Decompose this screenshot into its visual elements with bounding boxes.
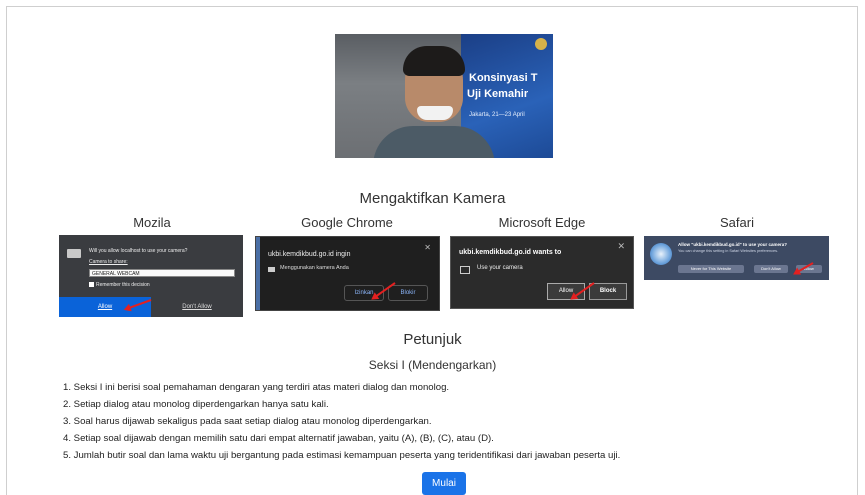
banner-line3: Jakarta, 21—23 April <box>469 112 525 118</box>
mozilla-allow-button: Allow <box>59 297 151 317</box>
edge-prompt: ukbi.kemdikbud.go.id wants to <box>459 249 562 256</box>
banner-line2: Uji Kemahir <box>467 88 529 100</box>
camera-icon <box>460 266 470 274</box>
close-icon: ✕ <box>424 243 431 252</box>
banner-line1: Konsinyasi T <box>469 72 538 84</box>
logo-icon <box>535 38 547 50</box>
chrome-sub: Menggunakan kamera Anda <box>280 265 349 271</box>
section-title: Seksi I (Mendengarkan) <box>368 358 497 372</box>
safari-prompt: Allow "ukbi.kemdikbud.go.id" to use your… <box>678 242 788 247</box>
edge-block-button: Block <box>589 283 627 300</box>
browser-name-safari: Safari <box>720 215 754 230</box>
mozilla-camera-label: Camera to share: <box>89 259 128 265</box>
camera-icon <box>67 249 81 258</box>
safari-sub: You can change this setting in Safari We… <box>678 249 779 253</box>
instruction-item: 3. Soal harus dijawab sekaligus pada saa… <box>63 416 432 427</box>
start-button[interactable]: Mulai <box>422 472 466 495</box>
camera-icon <box>268 267 275 272</box>
mozilla-deny-button: Don't Allow <box>151 297 243 317</box>
instruction-item: 1. Seksi I ini berisi soal pemahaman den… <box>63 382 450 393</box>
mozilla-remember: Remember this decision <box>89 282 150 288</box>
chrome-permission-screenshot: ✕ ukbi.kemdikbud.go.id ingin Menggunakan… <box>255 236 440 311</box>
browser-name-edge: Microsoft Edge <box>498 215 586 230</box>
instruction-item: 5. Jumlah butir soal dan lama waktu uji … <box>63 450 621 461</box>
mozilla-prompt: Will you allow localhost to use your cam… <box>89 248 188 254</box>
browser-name-chrome: Google Chrome <box>301 215 393 230</box>
chrome-block-button: Blokir <box>388 285 428 301</box>
instruction-item: 2. Setiap dialog atau monolog diperdenga… <box>63 399 329 410</box>
checkbox-icon <box>89 282 94 287</box>
camera-heading: Mengaktifkan Kamera <box>359 190 506 207</box>
edge-strip <box>256 237 260 310</box>
browser-name-mozilla: Mozila <box>133 215 171 230</box>
mozilla-permission-screenshot: Will you allow localhost to use your cam… <box>59 235 243 317</box>
safari-permission-screenshot: Allow "ukbi.kemdikbud.go.id" to use your… <box>644 236 829 280</box>
webcam-preview: Konsinyasi T Uji Kemahir Jakarta, 21—23 … <box>335 34 553 158</box>
edge-permission-screenshot: ✕ ukbi.kemdikbud.go.id wants to Use your… <box>450 236 634 309</box>
mozilla-remember-label: Remember this decision <box>96 282 150 288</box>
chrome-prompt: ukbi.kemdikbud.go.id ingin <box>268 251 351 258</box>
instruction-item: 4. Setiap soal dijawab dengan memilih sa… <box>63 433 494 444</box>
compass-icon <box>650 243 672 265</box>
person-mask <box>417 106 453 120</box>
instructions-title: Petunjuk <box>403 331 462 348</box>
safari-deny-button: Don't Allow <box>754 265 788 273</box>
safari-never-button: Never for This Website <box>678 265 744 273</box>
close-icon: ✕ <box>617 241 625 251</box>
edge-sub: Use your camera <box>477 265 523 271</box>
instructions-list: 1. Seksi I ini berisi soal pemahaman den… <box>63 379 620 464</box>
mozilla-camera-select: GENERAL WEBCAM <box>89 269 235 277</box>
person-hair <box>403 46 465 76</box>
